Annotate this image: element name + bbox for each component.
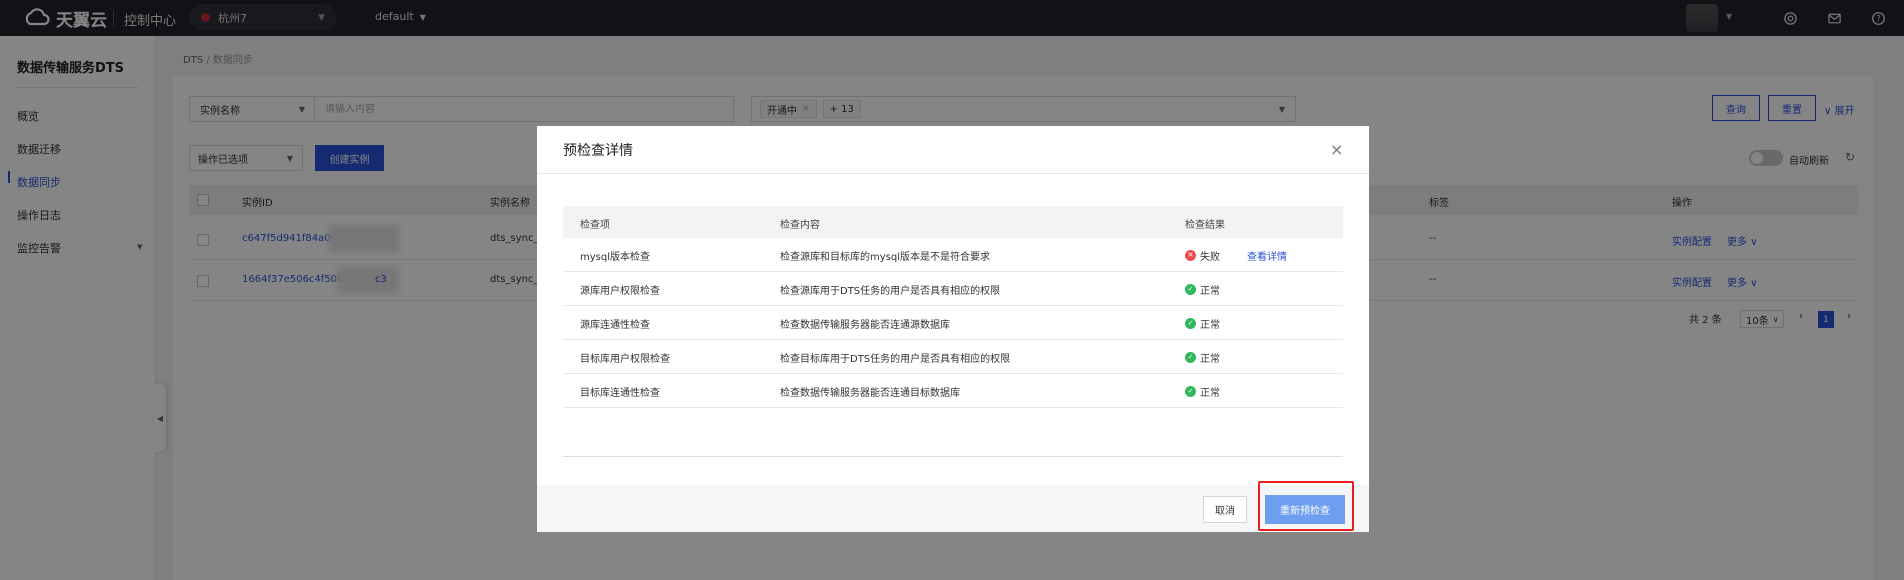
- check-result: ✓ 正常: [1185, 350, 1220, 365]
- check-result-label: 正常: [1200, 286, 1220, 297]
- check-content: 检查数据传输服务器能否连通目标数据库: [780, 388, 960, 399]
- check-item: 源库连通性检查: [580, 320, 650, 331]
- table-bottom-divider: [563, 456, 1343, 457]
- check-result-label: 失败: [1200, 252, 1220, 263]
- check-icon: ✓: [1185, 386, 1196, 397]
- cancel-button[interactable]: 取消: [1203, 496, 1247, 523]
- check-item: mysql版本检查: [580, 252, 650, 263]
- check-item: 目标库连通性检查: [580, 388, 660, 399]
- check-content: 检查数据传输服务器能否连通源数据库: [780, 320, 950, 331]
- check-icon: ✓: [1185, 284, 1196, 295]
- check-result-label: 正常: [1200, 354, 1220, 365]
- column-header-result: 检查结果: [1185, 220, 1225, 231]
- error-icon: ✕: [1185, 250, 1196, 261]
- highlight-annotation: [1258, 481, 1354, 531]
- close-icon[interactable]: ×: [1330, 140, 1343, 159]
- check-icon: ✓: [1185, 318, 1196, 329]
- check-item: 源库用户权限检查: [580, 286, 660, 297]
- check-content: 检查源库和目标库的mysql版本是不是符合要求: [780, 252, 990, 263]
- dialog-divider: [537, 173, 1369, 174]
- table-row: mysql版本检查 检查源库和目标库的mysql版本是不是符合要求 ✕ 失败 查…: [563, 238, 1343, 272]
- precheck-detail-dialog: 预检查详情 × 检查项 检查内容 检查结果 mysql版本检查 检查源库和目标库…: [537, 126, 1369, 532]
- precheck-table-header: 检查项 检查内容 检查结果: [563, 206, 1343, 238]
- dialog-footer: 取消 重新预检查: [537, 485, 1369, 532]
- view-details-link[interactable]: 查看详情: [1247, 248, 1287, 263]
- dialog-title: 预检查详情: [563, 143, 633, 159]
- table-row: 源库连通性检查 检查数据传输服务器能否连通源数据库 ✓ 正常: [563, 306, 1343, 340]
- check-result: ✓ 正常: [1185, 316, 1220, 331]
- check-result: ✓ 正常: [1185, 282, 1220, 297]
- check-result: ✓ 正常: [1185, 384, 1220, 399]
- table-row: 源库用户权限检查 检查源库用于DTS任务的用户是否具有相应的权限 ✓ 正常: [563, 272, 1343, 306]
- check-content: 检查目标库用于DTS任务的用户是否具有相应的权限: [780, 354, 1011, 365]
- table-row: 目标库连通性检查 检查数据传输服务器能否连通目标数据库 ✓ 正常: [563, 374, 1343, 408]
- check-icon: ✓: [1185, 352, 1196, 363]
- column-header-content: 检查内容: [780, 220, 820, 231]
- check-result-label: 正常: [1200, 388, 1220, 399]
- column-header-item: 检查项: [580, 220, 610, 231]
- check-item: 目标库用户权限检查: [580, 354, 670, 365]
- precheck-table: 检查项 检查内容 检查结果 mysql版本检查 检查源库和目标库的mysql版本…: [563, 206, 1343, 408]
- check-content: 检查源库用于DTS任务的用户是否具有相应的权限: [780, 286, 1001, 297]
- table-row: 目标库用户权限检查 检查目标库用于DTS任务的用户是否具有相应的权限 ✓ 正常: [563, 340, 1343, 374]
- check-result: ✕ 失败: [1185, 248, 1220, 263]
- check-result-label: 正常: [1200, 320, 1220, 331]
